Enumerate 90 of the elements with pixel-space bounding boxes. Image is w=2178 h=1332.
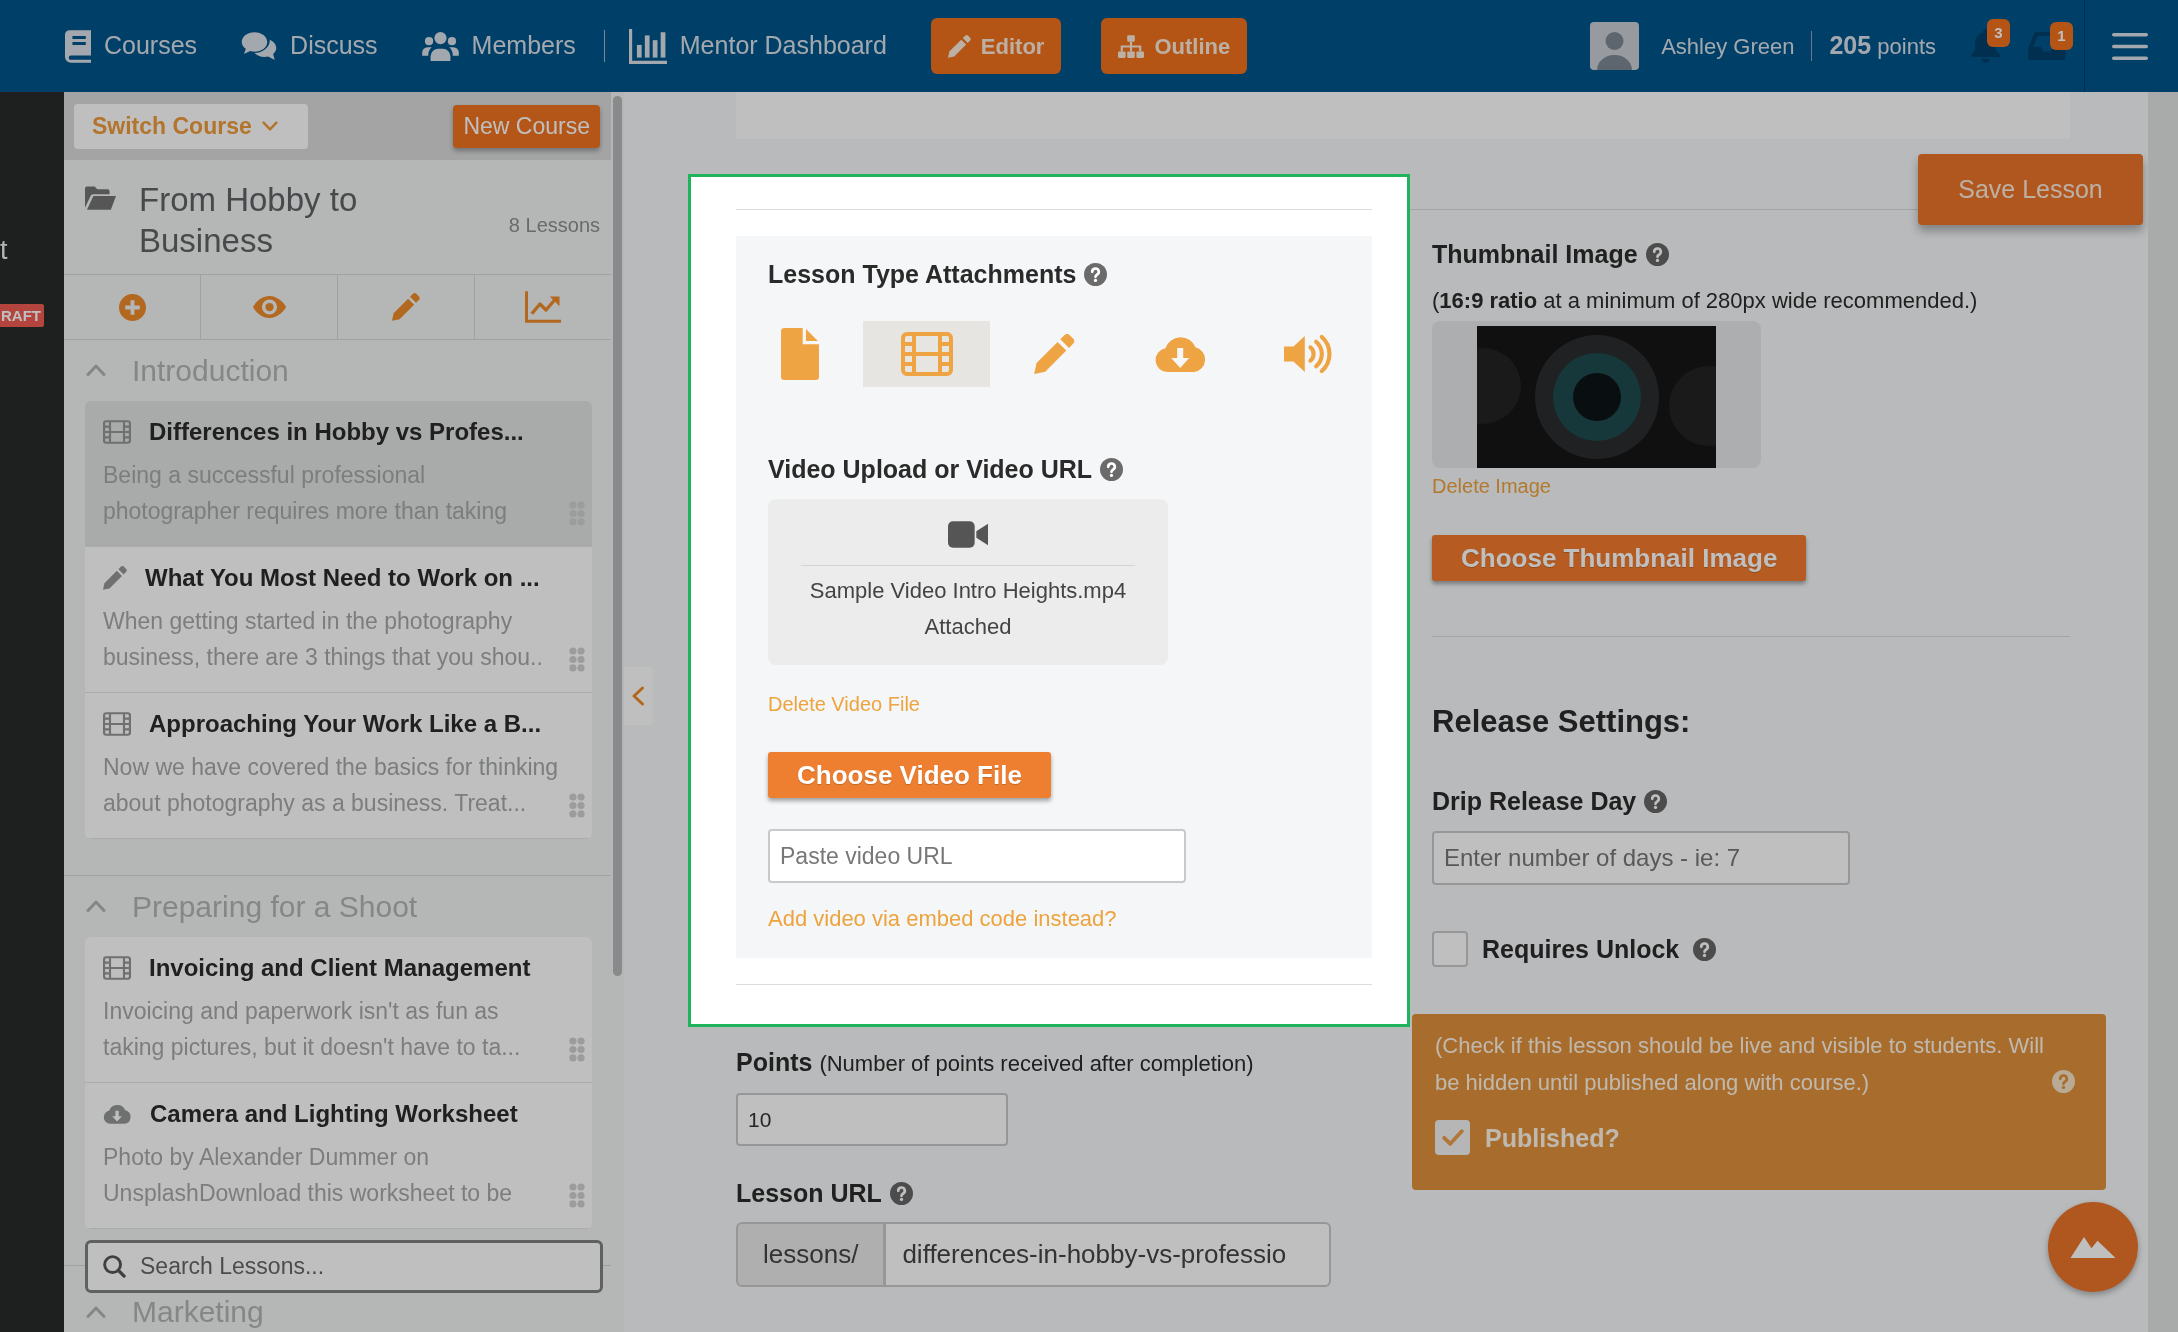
nav-link[interactable]: Members [421, 27, 576, 65]
lesson-excerpt: Now we have covered the basics for thinking about photography as a business. Treat... [103, 753, 559, 818]
chevron-up-icon[interactable] [86, 364, 106, 377]
field-hint: (16:9 ratio at a minimum of 280px wide recommended.) [1432, 287, 1978, 315]
eye-icon [252, 296, 286, 318]
chevron-down-icon [261, 121, 278, 131]
nav-button[interactable]: Editor [930, 18, 1062, 74]
file-name: Sample Video Intro Heights.mp4 Attached [809, 577, 1127, 641]
mountains-icon [2070, 1236, 2116, 1258]
video-camera-icon [948, 521, 988, 548]
checkmark-icon [1441, 1129, 1464, 1146]
lesson-title: Camera and Lighting Worksheet [150, 1099, 518, 1129]
points-total: 205 points [1829, 30, 1936, 62]
points-input[interactable]: 10 [736, 1093, 1008, 1146]
section-title: Lesson Type Attachments [768, 259, 1077, 289]
lesson-count: 8 Lessons [508, 213, 600, 238]
checkbox-label: Requires Unlock [1482, 934, 1680, 965]
lesson-excerpt: When getting started in the photography business, there are 3 things that you shou.. [103, 607, 543, 672]
lesson-excerpt: Photo by Alexander Dummer on UnsplashDownload this worksheet to be [103, 1143, 513, 1208]
lesson-title: Differences in Hobby vs Profes... [149, 417, 524, 447]
checkbox[interactable] [1435, 1120, 1470, 1155]
field-label: Drip Release Day [1432, 786, 1637, 817]
book-icon [65, 29, 91, 63]
people-icon [421, 31, 459, 61]
folder-icon [85, 186, 116, 210]
cloud-download-icon [103, 1104, 132, 1124]
drag-handle-icon[interactable] [569, 1037, 585, 1062]
lesson-excerpt: Invoicing and paperwork isn't as fun as taking pictures, but it doesn't have to ta... [103, 997, 521, 1062]
sitemap-icon [1118, 34, 1145, 58]
publish-note: (Check if this lesson should be live and visible to students. Will be hidden until published along with course.) [1435, 1032, 2044, 1097]
collapse-button[interactable] [624, 667, 653, 725]
lesson-item[interactable]: What You Most Need to Work on ... When getting started in the photography business, there are 3 things that you shou.. [85, 547, 592, 693]
scrollbar[interactable] [613, 96, 622, 976]
pencil-icon [1033, 334, 1075, 374]
nav-button[interactable]: Outline [1101, 18, 1248, 74]
field-label: Thumbnail Image [1432, 239, 1638, 270]
notification-count: 1 [2050, 22, 2073, 50]
lesson-title: Approaching Your Work Like a B... [149, 709, 542, 739]
line-chart-icon [525, 291, 561, 323]
lesson-item[interactable]: Camera and Lighting Worksheet Photo by Alexander Dummer on UnsplashDownload this worksheet to be [85, 1083, 592, 1229]
chevron-left-icon [632, 686, 645, 706]
lesson-item[interactable]: Approaching Your Work Like a B... Now we have covered the basics for thinking about photography as a business. Treat... [85, 693, 592, 839]
lesson-type-button[interactable] [863, 321, 991, 387]
field-hint: (Number of points received after completion) [819, 1050, 1254, 1078]
notification-count: 3 [1987, 19, 2010, 47]
page-text: t [0, 235, 8, 265]
drag-handle-icon[interactable] [569, 793, 585, 818]
chevron-up-icon[interactable] [86, 900, 106, 913]
course-title: From Hobby to Business [139, 180, 359, 261]
bar-chart-icon [628, 28, 667, 64]
speech-bubbles-icon [241, 32, 278, 60]
lesson-item[interactable]: Invoicing and Client Management Invoicing and paperwork isn't as fun as taking pictures, but it doesn't have to ta... [85, 937, 592, 1083]
drag-handle-icon[interactable] [569, 647, 585, 672]
status-badge: RAFT [0, 304, 44, 327]
nav-link[interactable]: Courses [65, 27, 198, 65]
nav-link[interactable]: Mentor Dashboard [628, 27, 887, 65]
video-url-input[interactable]: Paste video URL [768, 829, 1186, 883]
lesson-title: Invoicing and Client Management [149, 953, 531, 983]
film-icon [103, 712, 131, 736]
document-icon [780, 328, 819, 380]
choose-image-button[interactable]: Choose Thumbnail Image [1432, 535, 1807, 581]
film-icon [103, 420, 131, 444]
help-launcher-button[interactable] [2048, 1202, 2138, 1292]
choose-file-button[interactable]: Choose Video File [768, 752, 1051, 798]
save-button[interactable]: Save Lesson [1918, 154, 2143, 225]
lesson-title: What You Most Need to Work on ... [145, 563, 540, 593]
pencil-icon [947, 34, 971, 58]
section-heading: Release Settings: [1432, 703, 1691, 741]
checkbox[interactable] [1432, 931, 1468, 967]
menu-icon[interactable] [2112, 32, 2148, 60]
search-field[interactable]: Search Lessons... [85, 1240, 603, 1293]
pencil-icon [103, 566, 127, 590]
speaker-icon [1284, 334, 1333, 374]
slug-input[interactable]: differences-in-hobby-vs-professio [884, 1222, 1331, 1287]
drag-handle-icon[interactable] [569, 1183, 585, 1208]
field-label: Lesson URL [736, 1178, 882, 1209]
days-input[interactable]: Enter number of days - ie: 7 [1432, 831, 1850, 885]
url-prefix: lessons/ [736, 1222, 886, 1287]
chevron-up-icon[interactable] [86, 1305, 106, 1319]
search-icon [103, 1255, 126, 1278]
section-title: Video Upload or Video URL [768, 454, 1093, 484]
field-label: Points [736, 1047, 813, 1078]
film-icon [900, 332, 953, 376]
user-name[interactable]: Ashley Green [1661, 29, 1795, 63]
pencil-icon [392, 293, 420, 321]
new-course-button[interactable]: New Course [453, 104, 600, 148]
checkbox-label: Published? [1485, 1122, 1620, 1154]
film-icon [103, 956, 131, 980]
user-avatar-icon[interactable] [1590, 22, 1640, 70]
nav-link[interactable]: Discuss [241, 27, 378, 65]
